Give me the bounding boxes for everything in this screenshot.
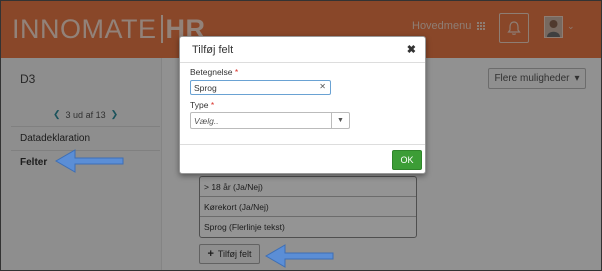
required-mark: * (210, 100, 215, 110)
dialog-title: Tilføj felt (192, 44, 234, 56)
name-input[interactable]: Sprog ✕ (190, 80, 331, 95)
type-label: Type * (190, 100, 215, 110)
type-select-placeholder: Vælg.. (194, 116, 219, 126)
dialog-footer (180, 144, 425, 174)
add-field-dialog: Tilføj felt ✖ Betegnelse * Sprog ✕ Type … (179, 36, 426, 174)
chevron-down-icon[interactable]: ▼ (331, 113, 349, 128)
type-select[interactable]: Vælg.. ▼ (190, 112, 350, 129)
ok-label: OK (400, 155, 414, 165)
ok-button[interactable]: OK (392, 150, 422, 170)
name-label: Betegnelse * (190, 67, 239, 77)
dialog-header: Tilføj felt ✖ (180, 37, 425, 63)
name-input-value: Sprog (194, 83, 217, 93)
annotation-arrow-icon (265, 244, 334, 268)
app-frame: INNOMATE HR Hovedmenu ⌄ D3 Flere mulighe… (0, 0, 602, 271)
annotation-arrow-icon (55, 149, 124, 173)
close-icon[interactable]: ✖ (407, 43, 416, 56)
required-mark: * (234, 67, 239, 77)
clear-icon[interactable]: ✕ (319, 82, 326, 91)
